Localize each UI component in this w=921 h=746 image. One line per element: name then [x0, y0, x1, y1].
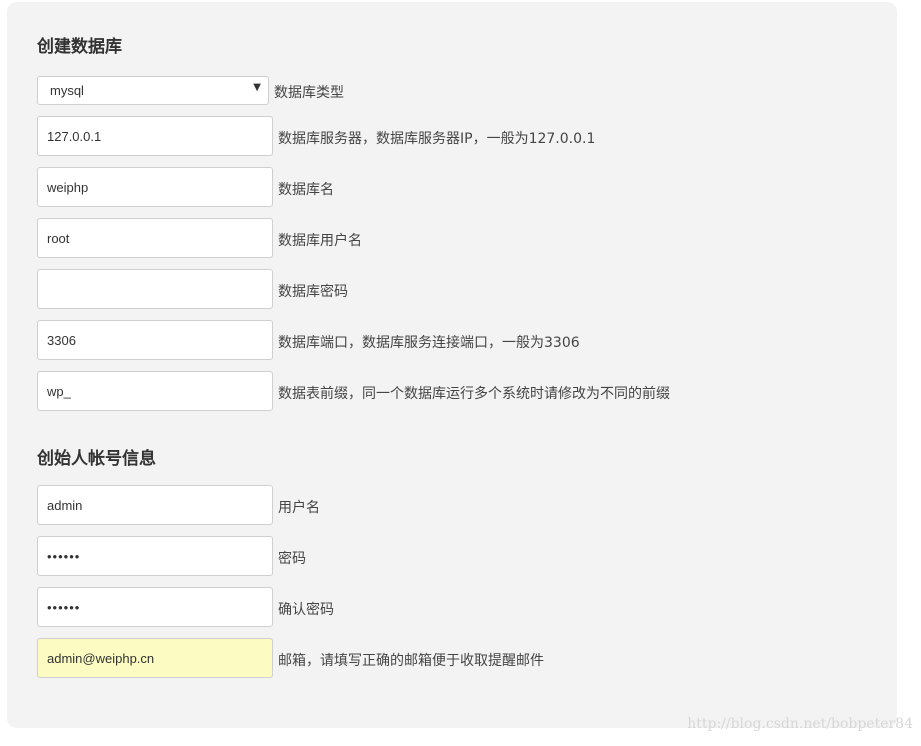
db-prefix-label: 数据表前缀，同一个数据库运行多个系统时请修改为不同的前缀 — [278, 386, 670, 402]
db-password-input[interactable] — [37, 269, 273, 309]
username-label: 用户名 — [278, 500, 320, 516]
admin-section-title: 创始人帐号信息 — [37, 449, 156, 469]
db-prefix-input[interactable] — [37, 371, 273, 411]
email-input[interactable] — [37, 638, 273, 678]
db-port-label: 数据库端口，数据库服务连接端口，一般为3306 — [278, 335, 580, 351]
triangle-down-icon: ▼ — [253, 82, 261, 93]
db-user-label: 数据库用户名 — [278, 233, 362, 249]
install-form-panel: 创建数据库 mysql ▼ 数据库类型 数据库服务器，数据库服务器IP，一般为1… — [7, 2, 897, 728]
email-label: 邮箱，请填写正确的邮箱便于收取提醒邮件 — [278, 653, 544, 669]
watermark: http://blog.csdn.net/bobpeter84 — [687, 716, 913, 732]
password-label: 密码 — [278, 551, 306, 567]
db-port-input[interactable] — [37, 320, 273, 360]
db-name-input[interactable] — [37, 167, 273, 207]
db-name-label: 数据库名 — [278, 182, 334, 198]
password-input[interactable] — [37, 536, 273, 576]
confirm-password-input[interactable] — [37, 587, 273, 627]
confirm-password-label: 确认密码 — [278, 602, 334, 618]
db-host-label: 数据库服务器，数据库服务器IP，一般为127.0.0.1 — [278, 131, 596, 147]
db-type-select[interactable]: mysql ▼ — [37, 76, 269, 105]
db-section-title: 创建数据库 — [37, 37, 122, 57]
db-password-label: 数据库密码 — [278, 284, 348, 300]
db-type-value: mysql — [50, 83, 84, 98]
db-type-label: 数据库类型 — [274, 85, 344, 101]
username-input[interactable] — [37, 485, 273, 525]
db-host-input[interactable] — [37, 116, 273, 156]
db-user-input[interactable] — [37, 218, 273, 258]
